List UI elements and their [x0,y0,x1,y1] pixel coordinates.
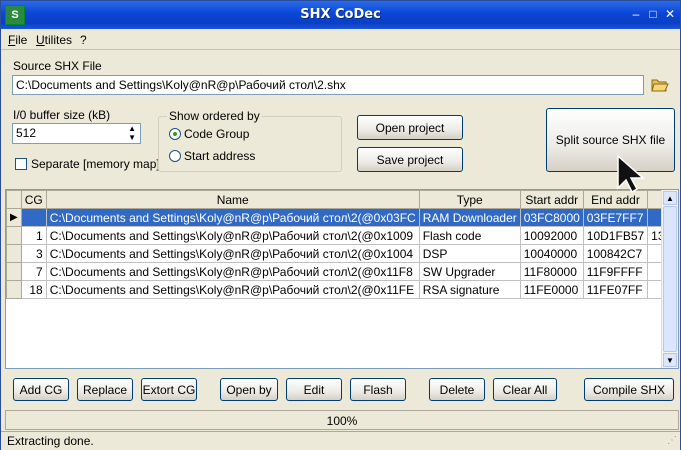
cell-type[interactable]: RSA signature [418,280,521,299]
cell-end[interactable]: 11F9FFFF [582,262,649,281]
cell-cg[interactable]: 7 [20,262,47,281]
cell-cg[interactable] [20,208,47,227]
buffer-size-label: I/0 buffer size (kB) [13,108,111,122]
replace-button[interactable]: Replace [77,378,133,401]
source-file-input[interactable]: C:\Documents and Settings\Koly@nR@p\Рабо… [12,75,644,95]
cell-start[interactable]: 10040000 [519,244,584,263]
window-title: SHX CoDec [300,7,381,22]
header-indicator [6,190,22,209]
code-group-grid: CG Name Type Start addr End addr Size ▶ … [6,190,678,299]
row-indicator [6,244,22,263]
cell-end[interactable]: 03FE7FF7 [582,208,649,227]
row-indicator [6,280,22,299]
menu-file[interactable]: File [8,33,27,47]
cell-start[interactable]: 10092000 [519,226,584,245]
radio-start-address[interactable] [169,150,181,162]
flash-button[interactable]: Flash [350,378,406,401]
cell-end[interactable]: 100842C7 [582,244,649,263]
cell-cg[interactable]: 3 [20,244,47,263]
header-start[interactable]: Start addr [519,190,584,209]
radio-start-address-label: Start address [184,149,256,163]
cell-cg[interactable]: 1 [20,226,47,245]
menu-utilites-label: tilites [44,33,73,47]
header-cg[interactable]: CG [20,190,47,209]
header-name[interactable]: Name [45,190,420,209]
cell-cg[interactable]: 18 [20,280,47,299]
scroll-up-icon[interactable]: ▲ [663,191,677,205]
scroll-down-icon[interactable]: ▼ [663,353,677,367]
status-bar: Extracting done. ⋰ [1,431,680,450]
cell-type[interactable]: RAM Downloader [418,208,521,227]
table-row[interactable]: 18 C:\Documents and Settings\Koly@nR@p\Р… [6,280,678,299]
stepper-arrows-icon[interactable]: ▲ ▼ [128,124,136,142]
cell-name[interactable]: C:\Documents and Settings\Koly@nR@p\Рабо… [45,208,420,227]
edit-button[interactable]: Edit [286,378,342,401]
add-cg-button[interactable]: Add CG [13,378,69,401]
scroll-thumb[interactable] [663,206,677,352]
cell-type[interactable]: DSP [418,244,521,263]
mouse-pointer-icon [616,154,650,197]
folder-open-icon-glyph [651,79,669,92]
compile-shx-button[interactable]: Compile SHX [584,378,674,401]
menu-utilites-accel: U [36,33,45,47]
mouse-pointer-icon-glyph [617,154,645,194]
radio-code-group-label: Code Group [184,127,250,141]
maximize-icon[interactable]: □ [644,6,662,22]
table-row[interactable]: 7 C:\Documents and Settings\Koly@nR@p\Ра… [6,262,678,281]
open-by-button[interactable]: Open by [220,378,278,401]
progress-text: 100% [326,414,358,428]
header-type[interactable]: Type [418,190,521,209]
table-row[interactable]: ▶ C:\Documents and Settings\Koly@nR@p\Ра… [6,208,678,227]
cell-start[interactable]: 11F80000 [519,262,584,281]
resize-grip-icon[interactable]: ⋰ [667,435,677,446]
row-indicator: ▶ [6,208,22,227]
delete-button[interactable]: Delete [429,378,485,401]
buffer-size-value: 512 [16,126,37,140]
save-project-button[interactable]: Save project [357,147,463,172]
open-project-button[interactable]: Open project [357,115,463,140]
row-indicator [6,226,22,245]
cell-start[interactable]: 03FC8000 [519,208,584,227]
cell-end[interactable]: 10D1FB57 [582,226,649,245]
row-indicator [6,262,22,281]
radio-code-group[interactable] [169,128,181,140]
separate-checkbox[interactable] [15,158,27,170]
separate-label: Separate [memory map] [31,157,160,171]
source-file-label: Source SHX File [13,59,102,73]
table-row[interactable]: 3 C:\Documents and Settings\Koly@nR@p\Ра… [6,244,678,263]
status-text: Extracting done. [7,434,94,448]
table-row[interactable]: 1 C:\Documents and Settings\Koly@nR@p\Ра… [6,226,678,245]
menu-utilites[interactable]: Utilites [36,33,72,47]
folder-open-icon[interactable] [651,77,669,93]
table-scrollbar[interactable]: ▲ ▼ [661,190,678,368]
cell-start[interactable]: 11FE0000 [519,280,584,299]
clear-all-button[interactable]: Clear All [493,378,557,401]
order-groupbox: Show ordered by Code Group Start address [158,109,342,172]
menu-file-label: ile [15,33,28,47]
main-window: S SHX CoDec – □ ✕ File Utilites ? Source… [0,0,681,450]
cell-end[interactable]: 11FE07FF [582,280,649,299]
cell-type[interactable]: Flash code [418,226,521,245]
split-source-button[interactable]: Split source SHX file [546,108,675,172]
order-groupbox-title: Show ordered by [167,109,262,123]
menu-help[interactable]: ? [80,33,87,47]
code-group-table: CG Name Type Start addr End addr Size ▶ … [5,189,679,369]
cell-name[interactable]: C:\Documents and Settings\Koly@nR@p\Рабо… [45,262,420,281]
cell-name[interactable]: C:\Documents and Settings\Koly@nR@p\Рабо… [45,280,420,299]
buffer-size-stepper[interactable]: 512 ▲ ▼ [12,123,141,144]
extort-cg-button[interactable]: Extort CG [141,378,197,401]
table-header-row: CG Name Type Start addr End addr Size [6,190,678,209]
menu-bar: File Utilites ? [1,31,680,50]
close-icon[interactable]: ✕ [661,6,679,22]
minimize-icon[interactable]: – [627,6,645,22]
title-bar[interactable]: S SHX CoDec – □ ✕ [1,1,680,29]
cell-name[interactable]: C:\Documents and Settings\Koly@nR@p\Рабо… [45,244,420,263]
cell-type[interactable]: SW Upgrader [418,262,521,281]
cell-name[interactable]: C:\Documents and Settings\Koly@nR@p\Рабо… [45,226,420,245]
progress-bar: 100% [5,410,679,430]
